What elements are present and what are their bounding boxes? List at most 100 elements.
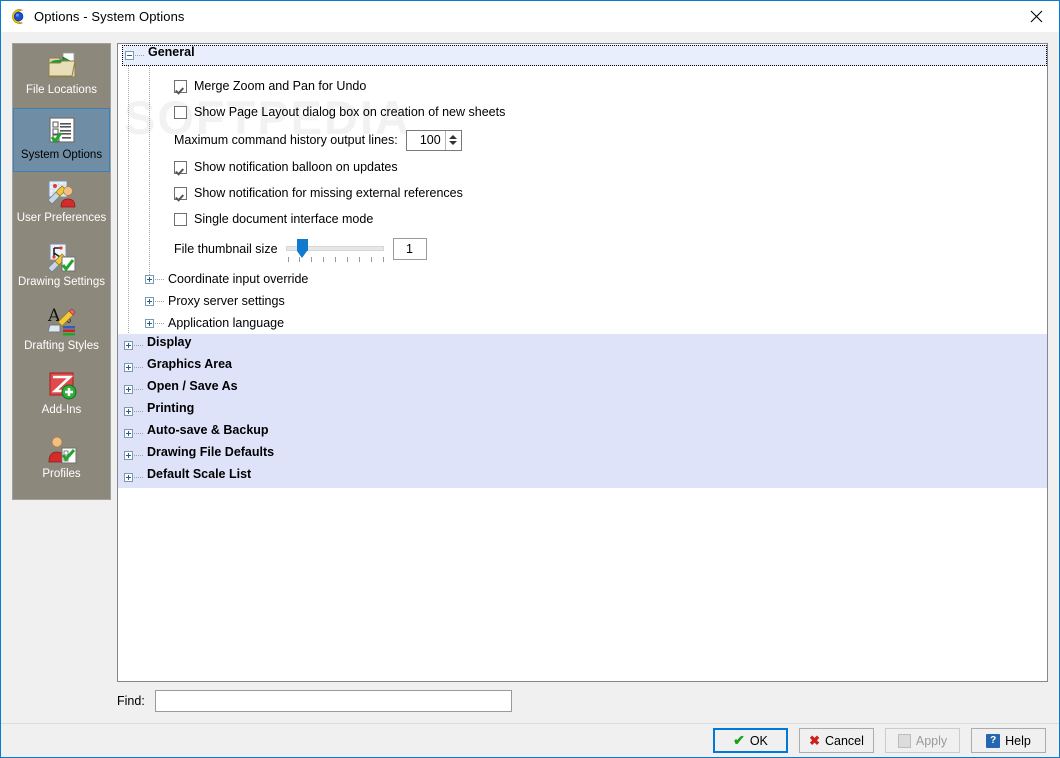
tree-connector [155, 300, 164, 302]
find-input[interactable] [155, 690, 512, 712]
tree-group-general[interactable]: General [118, 44, 1047, 66]
checkbox-missing-references[interactable] [174, 186, 187, 200]
tree-group-label: Open / Save As [147, 378, 238, 393]
option-label: Merge Zoom and Pan for Undo [194, 79, 367, 93]
options-tree-panel[interactable]: SOFTPEDIA General Merge Zoom and Pan for… [117, 43, 1048, 682]
option-row-page-layout[interactable]: Show Page Layout dialog box on creation … [118, 101, 1047, 123]
help-button-label: Help [1005, 733, 1031, 748]
expand-icon[interactable] [145, 296, 154, 306]
app-logo-icon [9, 8, 26, 25]
sidebar-item-label: Add-Ins [41, 404, 82, 416]
checkbox-merge-zoom[interactable] [174, 79, 187, 93]
sidebar-item-label: File Locations [26, 84, 97, 96]
tree-group-graphics-area[interactable]: Graphics Area [118, 356, 1047, 378]
tree-subgroup-label: Coordinate input override [168, 272, 309, 286]
ok-button[interactable]: ✔ OK [713, 728, 788, 753]
option-row-balloon[interactable]: Show notification balloon on updates [118, 156, 1047, 178]
tree-group-label: Display [147, 334, 192, 349]
slider-thumbnail-size[interactable] [285, 238, 384, 262]
cancel-button-label: Cancel [824, 733, 864, 748]
question-mark-icon: ? [986, 733, 1001, 748]
expand-icon[interactable] [124, 428, 133, 438]
title-bar: Options - System Options [1, 1, 1059, 32]
tree-group-open-save-as[interactable]: Open / Save As [118, 378, 1047, 400]
tree-group-label: Printing [147, 400, 195, 415]
text-style-icon: A .00 [46, 305, 78, 337]
sidebar-item-user-preferences[interactable]: User Preferences [13, 172, 110, 236]
window-title: Options - System Options [34, 9, 185, 24]
close-icon[interactable] [1013, 1, 1059, 31]
help-button[interactable]: ? Help [971, 728, 1046, 753]
option-label: Show notification for missing external r… [194, 186, 463, 200]
expand-icon[interactable] [124, 472, 133, 482]
expand-icon[interactable] [124, 384, 133, 394]
spinner-history-lines[interactable]: 100 [405, 129, 462, 151]
sidebar-item-add-ins[interactable]: Add-Ins [13, 364, 110, 428]
options-dialog-window: Options - System Options File Locations … [0, 0, 1060, 758]
option-row-thumbnail-size[interactable]: File thumbnail size 1 [118, 236, 1047, 262]
checkbox-page-layout[interactable] [174, 105, 187, 119]
spinner-buttons[interactable] [444, 130, 461, 150]
tree-group-label: Drawing File Defaults [147, 444, 275, 459]
tree-connector [134, 388, 143, 390]
apply-button-label: Apply [915, 733, 948, 748]
dialog-body: File Locations System Options User Prefe… [1, 32, 1059, 757]
spinner-down-icon[interactable] [449, 141, 458, 145]
expand-icon[interactable] [124, 340, 133, 350]
expand-icon[interactable] [145, 274, 154, 284]
addin-plus-icon [46, 369, 78, 401]
option-label: Show notification balloon on updates [194, 160, 398, 174]
option-row-missing-refs[interactable]: Show notification for missing external r… [118, 182, 1047, 204]
sidebar-item-label: User Preferences [16, 212, 107, 224]
expand-icon[interactable] [145, 318, 154, 328]
expand-icon[interactable] [124, 406, 133, 416]
tree-group-label: Graphics Area [147, 356, 232, 371]
tree-group-printing[interactable]: Printing [118, 400, 1047, 422]
sidebar-item-drawing-settings[interactable]: Drawing Settings [13, 236, 110, 300]
tree-connector [134, 366, 143, 368]
checklist-icon [46, 114, 78, 146]
expand-icon[interactable] [124, 362, 133, 372]
red-x-icon: ✖ [809, 732, 820, 748]
tree-subgroup-coordinate-input[interactable]: Coordinate input override [118, 268, 1047, 290]
tree-connector [134, 410, 143, 412]
tree-group-default-scale-list[interactable]: Default Scale List [118, 466, 1047, 488]
tree-subgroup-label: Application language [168, 316, 285, 330]
tree-subgroup-proxy-server[interactable]: Proxy server settings [118, 290, 1047, 312]
button-bar: ✔ OK ✖ Cancel Apply ? Help [1, 723, 1059, 757]
option-row-sdi-mode[interactable]: Single document interface mode [118, 208, 1047, 230]
tree-group-autosave-backup[interactable]: Auto-save & Backup [118, 422, 1047, 444]
apply-button[interactable]: Apply [885, 728, 960, 753]
spinner-up-icon[interactable] [449, 135, 458, 139]
apply-page-icon [897, 733, 911, 748]
tree-group-display[interactable]: Display [118, 334, 1047, 356]
sidebar-item-system-options[interactable]: System Options [13, 108, 110, 172]
option-row-history-lines[interactable]: Maximum command history output lines: 10… [118, 128, 1047, 152]
user-pencil-icon [46, 177, 78, 209]
checkbox-notification-balloon[interactable] [174, 160, 187, 174]
slider-ticks [287, 257, 384, 262]
tree-connector [134, 454, 143, 456]
find-label: Find: [117, 694, 145, 708]
sidebar-item-label: Drawing Settings [18, 276, 105, 288]
option-row-merge-zoom[interactable]: Merge Zoom and Pan for Undo [118, 75, 1047, 97]
sidebar-item-profiles[interactable]: Profiles [13, 428, 110, 492]
category-sidebar[interactable]: File Locations System Options User Prefe… [12, 43, 111, 500]
tree-connector [134, 344, 143, 346]
checkbox-single-document-mode[interactable] [174, 212, 187, 226]
slider-thumb[interactable] [296, 239, 308, 258]
sidebar-item-label: Profiles [42, 468, 81, 480]
tree-subgroup-application-language[interactable]: Application language [118, 312, 1047, 334]
collapse-icon[interactable] [125, 50, 134, 60]
option-label: Single document interface mode [194, 212, 374, 226]
sidebar-item-file-locations[interactable]: File Locations [13, 44, 110, 108]
tree-group-drawing-file-defaults[interactable]: Drawing File Defaults [118, 444, 1047, 466]
thumbnail-size-value[interactable]: 1 [392, 238, 427, 260]
green-check-icon: ✔ [733, 732, 745, 748]
sidebar-item-drafting-styles[interactable]: A .00 Drafting Styles [13, 300, 110, 364]
tree-connector [134, 432, 143, 434]
thumbnail-size-text: 1 [406, 242, 413, 256]
tree-subgroup-label: Proxy server settings [168, 294, 285, 308]
expand-icon[interactable] [124, 450, 133, 460]
cancel-button[interactable]: ✖ Cancel [799, 728, 874, 753]
